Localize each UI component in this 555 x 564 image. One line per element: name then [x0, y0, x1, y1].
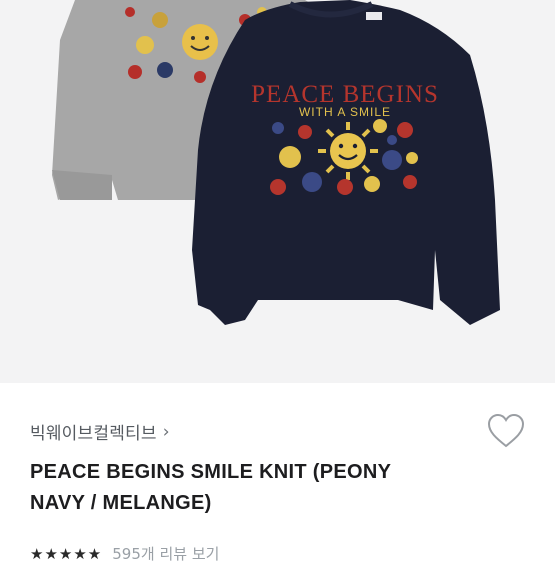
product-title: PEACE BEGINS SMILE KNIT (PEONY NAVY / ME… — [30, 461, 391, 514]
svg-text:WITH A SMILE: WITH A SMILE — [299, 105, 391, 119]
product-image[interactable]: PEACE BEGINS WITH A SMILE — [0, 0, 555, 383]
star-rating-icon: ★★★★★ — [30, 544, 103, 563]
sweater-illustration: PEACE BEGINS WITH A SMILE — [52, 0, 500, 325]
brand-link[interactable]: 빅웨이브컬렉티브 › — [30, 419, 170, 445]
brand-name: 빅웨이브컬렉티브 — [30, 424, 157, 444]
heart-icon[interactable] — [486, 413, 526, 449]
svg-text:PEACE BEGINS: PEACE BEGINS — [251, 81, 439, 108]
navy-sweater: PEACE BEGINS WITH A SMILE — [192, 0, 500, 325]
product-info: 빅웨이브컬렉티브 › PEACE BEGINS SMILE KNIT (PEON… — [0, 383, 555, 563]
rating-row[interactable]: ★★★★★ 595개 리뷰 보기 — [30, 543, 219, 564]
chevron-right-icon: › — [162, 421, 170, 442]
review-count-link[interactable]: 595개 리뷰 보기 — [112, 543, 219, 564]
